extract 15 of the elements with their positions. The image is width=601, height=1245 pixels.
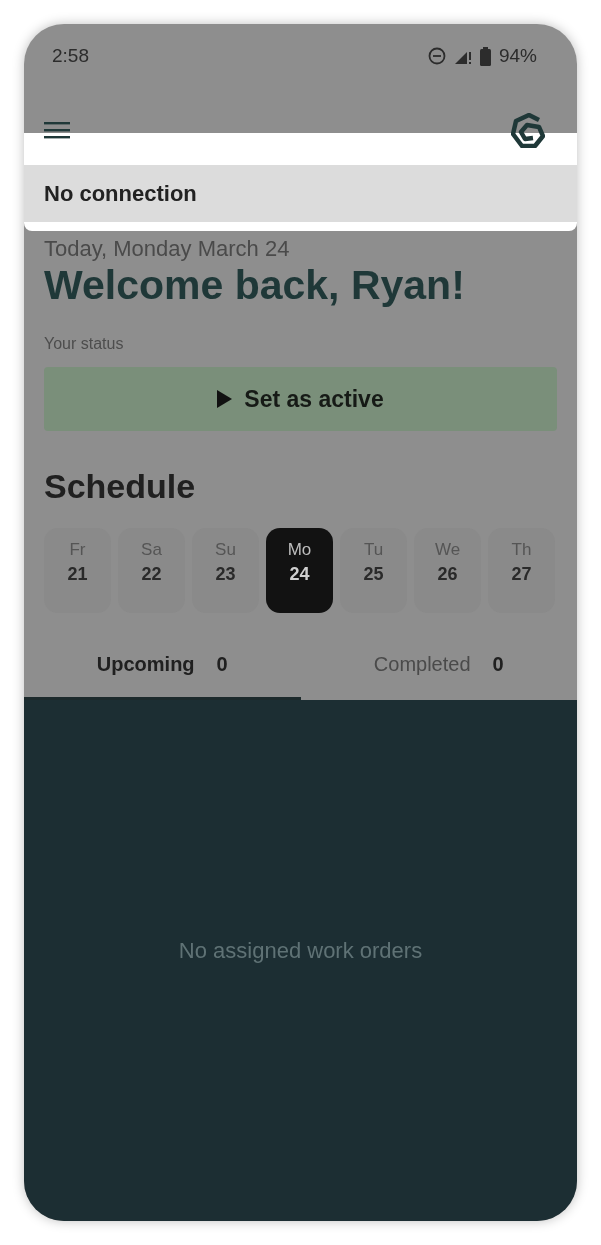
day-chip[interactable]: Mo 24: [266, 528, 333, 613]
filter-tab[interactable]: Completed 0: [300, 640, 577, 700]
status-label: Your status: [44, 335, 125, 353]
logo-icon: [511, 112, 545, 148]
date-text: Today, Monday March 24: [44, 236, 291, 262]
play-icon: [217, 390, 233, 408]
schedule-heading: Schedule: [44, 467, 197, 506]
set-active-button[interactable]: Set as active: [44, 367, 557, 431]
connection-message: No connection: [44, 180, 197, 207]
battery-level: 94%: [498, 45, 537, 67]
status-time: 2:58: [52, 45, 89, 67]
empty-message: No assigned work orders: [178, 937, 423, 964]
greeting-heading: Welcome back, Ryan!: [44, 262, 466, 309]
do-not-disturb-icon: [427, 47, 446, 65]
battery-icon: [479, 46, 491, 66]
